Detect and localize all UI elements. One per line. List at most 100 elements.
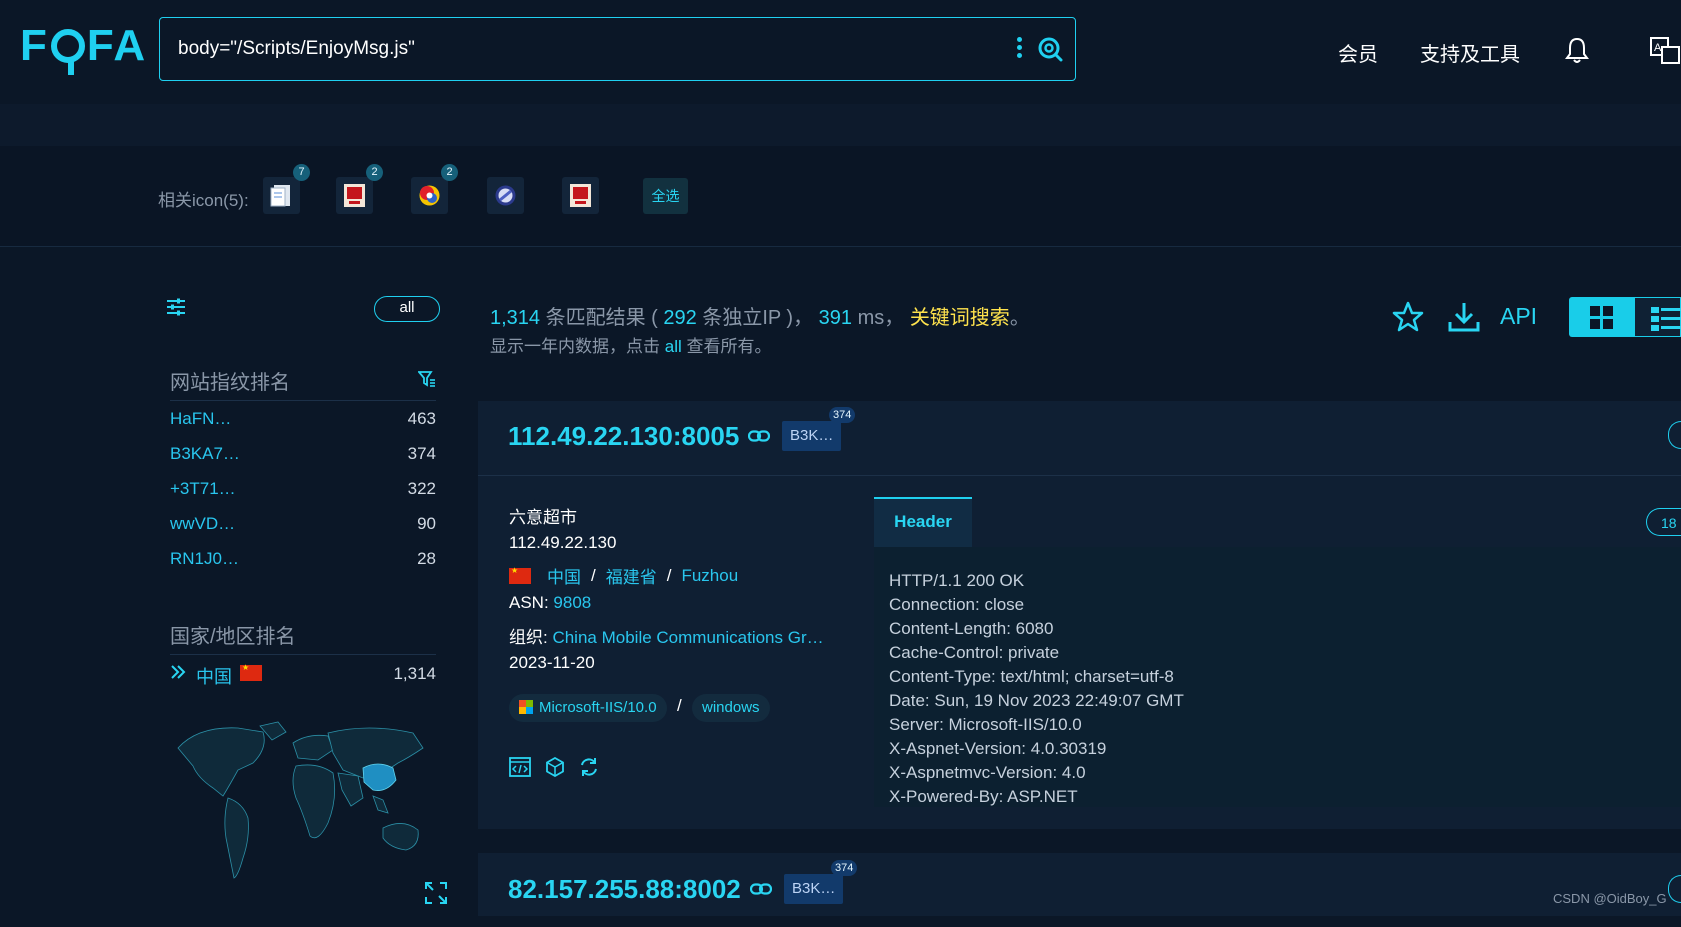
asn-label: ASN: [509,593,554,612]
funnel-filter-icon[interactable] [418,370,436,388]
china-flag-icon [509,566,531,584]
fingerprint-count: 463 [407,409,436,428]
code-icon[interactable] [509,757,531,777]
result-card-header: 112.49.22.130:8005 B3K… 374 [478,401,1681,476]
asn-link[interactable]: 9808 [553,593,591,612]
query-time: 391 [818,307,853,329]
note-text: 显示一年内数据，点击 [490,337,665,356]
unique-ip-count: 292 [663,307,697,329]
fingerprint-tag-label: B3K… [792,880,836,897]
fingerprint-name[interactable]: +3T71… [170,479,236,498]
nav-member[interactable]: 会员 [1338,38,1378,67]
country-ranking-title: 国家/地区排名 [170,626,296,648]
related-icon-item[interactable] [487,177,524,214]
fingerprint-count: 374 [407,444,436,463]
grid-view-button[interactable] [1569,297,1634,337]
china-flag-icon [240,663,262,681]
filter-settings-icon[interactable] [166,297,186,317]
expand-icon[interactable] [424,881,448,905]
fingerprint-name[interactable]: B3KA7… [170,444,240,463]
server-label: Microsoft-IIS/10.0 [539,699,657,716]
link-icon[interactable] [750,883,772,895]
search-input[interactable]: body="/Scripts/EnjoyMsg.js" [178,38,415,60]
show-all-link[interactable]: all [665,337,682,356]
result-date: 2023-11-20 [509,653,595,672]
fingerprint-rank-item[interactable]: wwVD… 90 [170,514,436,534]
search-box[interactable]: body="/Scripts/EnjoyMsg.js" [159,17,1076,81]
logo-letters: FA [86,21,148,70]
location-row: 中国 / 福建省 / Fuzhou [509,563,738,588]
icon-count-badge: 7 [293,164,310,181]
country-link[interactable]: 中国 [547,563,581,588]
fingerprint-name[interactable]: HaFN… [170,409,231,428]
card-action-pill[interactable] [1668,875,1681,903]
separator: / [666,565,672,585]
fingerprint-name[interactable]: wwVD… [170,514,235,533]
org-link[interactable]: China Mobile Communications Gr… [552,628,823,647]
fingerprint-tag[interactable]: B3K… 374 [782,407,856,451]
http-header-panel: HTTP/1.1 200 OK Connection: close Conten… [874,547,1681,807]
document-icon [270,185,290,207]
cube-icon[interactable] [545,757,565,777]
related-icon-item[interactable]: 7 [263,164,310,214]
result-ip-link[interactable]: 112.49.22.130 [509,533,616,553]
tab-header[interactable]: Header [874,497,972,547]
more-options-icon[interactable] [1017,37,1023,61]
country-count: 1,314 [393,664,436,683]
api-link[interactable]: API [1500,303,1537,330]
fingerprint-tag[interactable]: B3K… 374 [784,860,858,904]
grid-icon [1590,306,1613,329]
link-icon[interactable] [748,430,770,442]
icon-count-badge: 2 [366,164,383,181]
download-icon[interactable] [1447,300,1481,334]
result-host-link[interactable]: 82.157.255.88:8002 [508,874,741,905]
star-icon[interactable] [1391,300,1425,334]
bell-icon[interactable] [1565,36,1589,64]
result-host-link[interactable]: 112.49.22.130:8005 [508,421,739,452]
fingerprint-ranking-title: 网站指纹排名 [170,372,290,394]
fingerprint-rank-item[interactable]: +3T71… 322 [170,479,436,499]
city-link[interactable]: Fuzhou [681,566,738,586]
fingerprint-rank-item[interactable]: HaFN… 463 [170,409,436,429]
translate-icon[interactable]: A [1650,37,1681,65]
results-note: 显示一年内数据，点击 all 查看所有。 [490,332,771,357]
server-tag[interactable]: Microsoft-IIS/10.0 [509,694,667,722]
os-tag[interactable]: windows [692,694,770,722]
card-action-pill[interactable] [1668,421,1681,449]
org-label: 组织: [509,628,553,647]
refresh-icon[interactable] [578,757,600,777]
summary-text: 条匹配结果 ( [540,307,664,329]
world-map[interactable] [168,718,432,888]
fingerprint-rank-item[interactable]: B3KA7… 374 [170,444,436,464]
select-all-button[interactable]: 全选 [643,178,688,214]
fingerprint-name[interactable]: RN1J0… [170,549,239,568]
color-ring-icon [419,185,440,206]
all-toggle-button[interactable]: all [374,296,440,322]
fingerprint-tag-count: 374 [829,407,856,423]
separator: / [677,696,682,715]
related-icon-item[interactable]: 2 [336,164,383,214]
red-stamp-icon [344,184,365,207]
fofa-logo[interactable]: F FA [20,21,148,75]
search-icon[interactable] [1037,36,1063,62]
nav-tools[interactable]: 支持及工具 [1420,38,1520,67]
country-name-link[interactable]: 中国 [196,663,232,689]
related-icon-item[interactable]: 2 [411,164,458,214]
note-text: 查看所有。 [681,337,772,356]
logo-magnifier-icon [50,29,85,75]
fingerprint-rank-item[interactable]: RN1J0… 28 [170,549,436,569]
site-title: 六意超市 [509,508,577,527]
keyword-search-link[interactable]: 关键词搜索 [910,307,1010,329]
double-chevron-right-icon[interactable] [170,664,186,680]
red-stamp-icon [570,184,591,207]
fingerprint-count: 90 [417,514,436,533]
divider [170,654,436,655]
related-icons-row: 相关icon(5): 7 2 2 全选 [0,146,1681,247]
blue-circle-icon [495,185,516,206]
header-count-pill[interactable]: 18 [1646,508,1681,536]
list-icon [1651,307,1681,331]
related-icon-item[interactable] [562,177,599,214]
list-view-button[interactable] [1634,297,1681,337]
province-link[interactable]: 福建省 [606,563,657,588]
fingerprint-count: 322 [407,479,436,498]
